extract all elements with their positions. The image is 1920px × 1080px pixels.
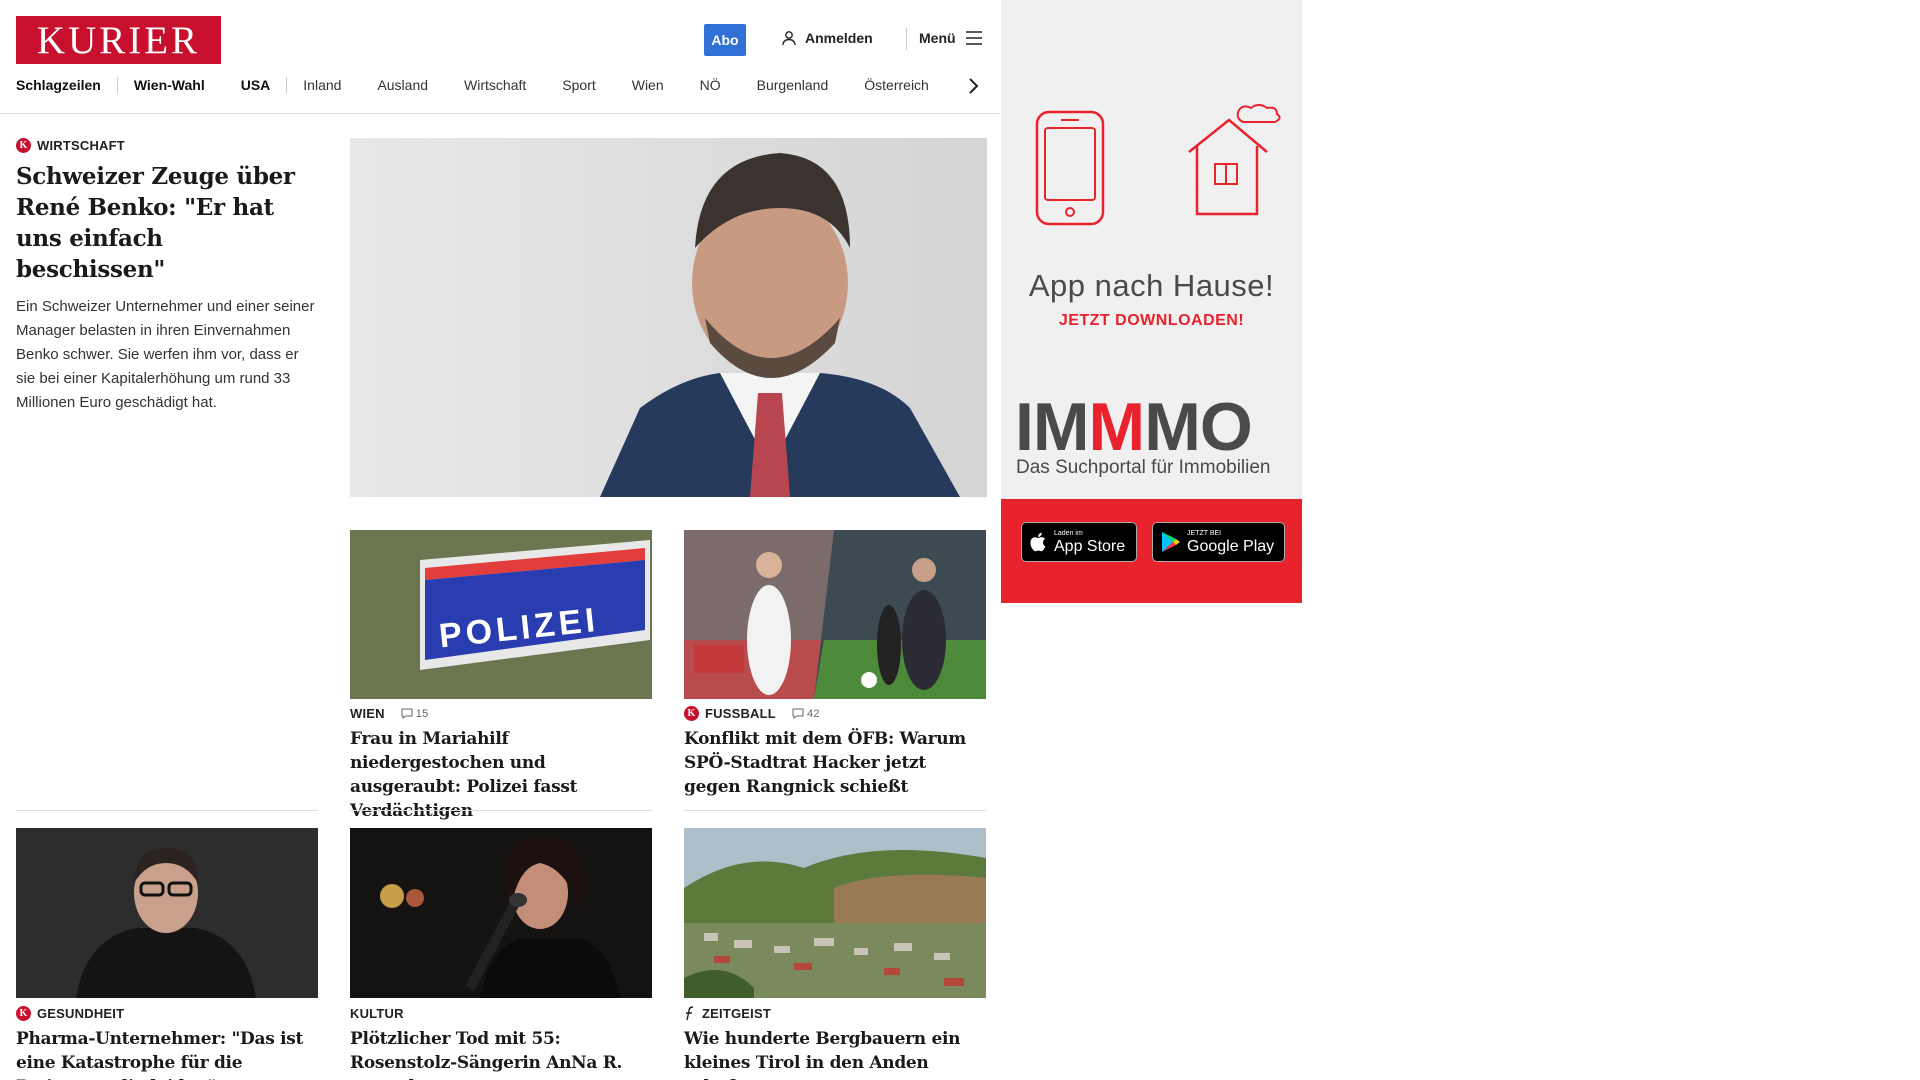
article-card-wien[interactable]: WIEN 15 Frau in Mariahilf niedergestoche… [350, 706, 652, 823]
chevron-right-icon[interactable] [967, 76, 979, 96]
nav-item-inland[interactable]: Inland [303, 77, 341, 93]
login-button[interactable]: Anmelden [781, 30, 873, 46]
article-title[interactable]: Plötzlicher Tod mit 55: Rosenstolz-Sänge… [350, 1027, 652, 1080]
comment-count[interactable]: 42 [792, 708, 820, 720]
kurier-logo[interactable]: KURIER [16, 16, 221, 64]
user-icon [782, 31, 796, 46]
category-label: GESUNDHEIT [37, 1006, 125, 1021]
menu-label: Menü [919, 30, 956, 46]
category-label: ZEITGEIST [702, 1006, 771, 1021]
article-card-kultur[interactable]: KULTUR Plötzlicher Tod mit 55: Rosenstol… [350, 1006, 652, 1080]
nav-item-noe[interactable]: NÖ [700, 77, 721, 93]
smartphone-icon [1035, 110, 1105, 226]
article-category: KULTUR [350, 1006, 652, 1021]
house-icon [1188, 104, 1281, 216]
article-title[interactable]: Schweizer Zeuge über René Benko: "Er hat… [16, 161, 318, 285]
article-title[interactable]: Pharma-Unternehmer: "Das ist eine Katast… [16, 1027, 318, 1080]
nav-item-sport[interactable]: Sport [562, 77, 595, 93]
immmo-subline: Das Suchportal für Immobilien [1016, 457, 1271, 478]
article-image-polizei[interactable]: POLIZEI [350, 530, 652, 699]
freizeit-f-icon [686, 1006, 694, 1021]
kurier-badge-icon: K [16, 138, 31, 153]
nav-divider [286, 77, 288, 93]
article-title[interactable]: Wie hunderte Bergbauern ein kleines Tiro… [684, 1027, 986, 1080]
abo-button[interactable]: Abo [704, 24, 746, 56]
article-category: K WIRTSCHAFT [16, 138, 318, 153]
section-nav: Schlagzeilen Wien-Wahl USA Inland Auslan… [16, 77, 965, 93]
menu-button[interactable]: Menü [919, 30, 982, 46]
kurier-badge-icon: K [684, 706, 699, 721]
nav-item-wien[interactable]: Wien [632, 77, 664, 93]
category-label: FUSSBALL [705, 706, 776, 721]
kurier-badge-icon: K [16, 1006, 31, 1021]
immmo-advertisement[interactable]: App nach Hause! JETZT DOWNLOADEN! IMMMO … [1001, 0, 1302, 603]
page: KURIER Abo Anmelden Menü Schlagzeilen Wi… [0, 0, 1920, 1080]
article-image-zeitgeist[interactable] [684, 828, 986, 998]
article-category: K FUSSBALL 42 [684, 706, 986, 721]
comment-icon [792, 708, 804, 719]
divider [684, 810, 986, 811]
article-category: K GESUNDHEIT [16, 1006, 318, 1021]
hamburger-icon [965, 31, 982, 45]
nav-item-oesterreich[interactable]: Österreich [864, 77, 929, 93]
category-label: WIRTSCHAFT [37, 138, 125, 153]
category-label: WIEN [350, 706, 385, 721]
article-image-fussball[interactable] [684, 530, 986, 699]
article-card-gesundheit[interactable]: K GESUNDHEIT Pharma-Unternehmer: "Das is… [16, 1006, 318, 1080]
article-image-kultur[interactable] [350, 828, 652, 998]
google-play-icon [1162, 532, 1180, 552]
app-store-button[interactable]: Laden im App Store [1021, 522, 1137, 562]
nav-item-wien-wahl[interactable]: Wien-Wahl [134, 77, 205, 93]
immmo-logo: IMMMO [1015, 389, 1253, 465]
article-card-fussball[interactable]: K FUSSBALL 42 Konflikt mit dem ÖFB: Waru… [684, 706, 986, 799]
ad-cta[interactable]: JETZT DOWNLOADEN! [1001, 312, 1302, 330]
comment-count[interactable]: 15 [401, 708, 429, 720]
divider [16, 810, 318, 811]
category-label: KULTUR [350, 1006, 404, 1021]
nav-item-usa[interactable]: USA [241, 77, 271, 93]
google-play-button[interactable]: JETZT BEI Google Play [1152, 522, 1285, 562]
article-teaser: Ein Schweizer Unternehmer und einer sein… [16, 298, 315, 411]
divider [350, 810, 652, 811]
nav-item-schlagzeilen[interactable]: Schlagzeilen [16, 77, 101, 93]
nav-item-wirtschaft[interactable]: Wirtschaft [464, 77, 526, 93]
nav-item-burgenland[interactable]: Burgenland [757, 77, 829, 93]
header-divider [906, 28, 907, 50]
article-title[interactable]: Konflikt mit dem ÖFB: Warum SPÖ-Stadtrat… [684, 727, 986, 799]
lead-article[interactable]: K WIRTSCHAFT Schweizer Zeuge über René B… [16, 138, 318, 415]
comment-icon [401, 708, 413, 719]
article-title[interactable]: Frau in Mariahilf niedergestochen und au… [350, 727, 652, 823]
article-card-zeitgeist[interactable]: ZEITGEIST Wie hunderte Bergbauern ein kl… [684, 1006, 986, 1080]
article-category: ZEITGEIST [684, 1006, 986, 1021]
login-label: Anmelden [805, 30, 873, 46]
article-category: WIEN 15 [350, 706, 652, 721]
nav-item-ausland[interactable]: Ausland [377, 77, 428, 93]
apple-icon [1030, 532, 1046, 552]
site-header: KURIER Abo Anmelden Menü Schlagzeilen Wi… [0, 0, 1000, 114]
lead-article-image[interactable] [350, 138, 987, 497]
ad-headline: App nach Hause! [1028, 268, 1275, 303]
nav-divider [116, 77, 118, 93]
article-image-gesundheit[interactable] [16, 828, 318, 998]
